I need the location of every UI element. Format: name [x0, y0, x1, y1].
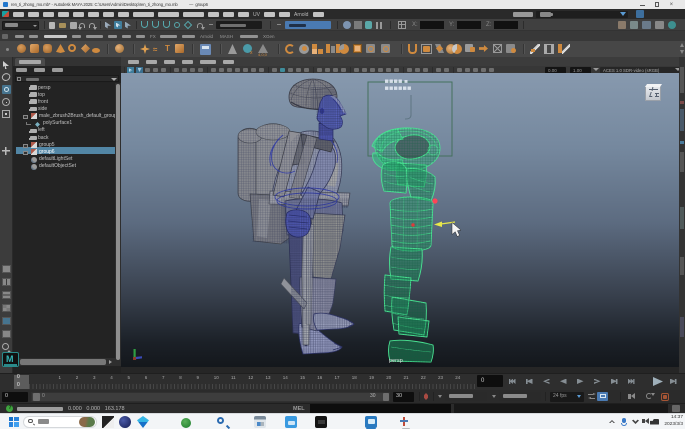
svg-text:persp: persp — [389, 358, 403, 364]
